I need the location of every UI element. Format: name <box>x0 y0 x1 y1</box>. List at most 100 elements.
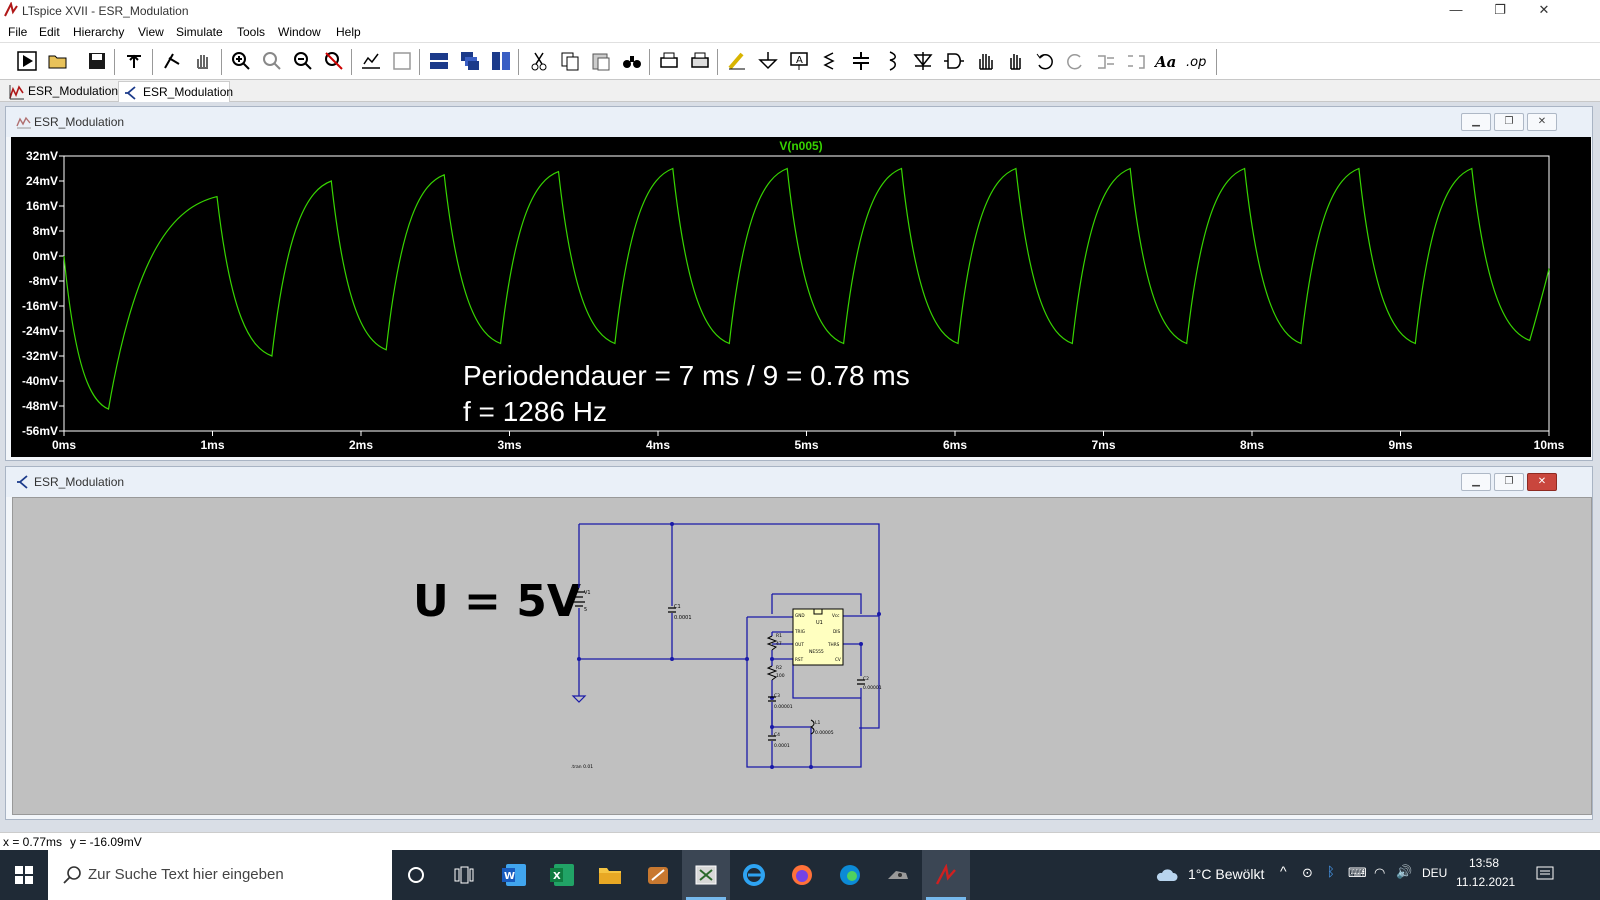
waveform-minimize-button[interactable]: ▁ <box>1461 113 1491 131</box>
keyboard-language[interactable]: DEU <box>1422 866 1447 880</box>
network-drive-icon[interactable]: ⊙ <box>1302 865 1313 881</box>
x-tick-label[interactable]: 9ms <box>1388 438 1412 452</box>
save-icon[interactable] <box>84 48 110 74</box>
x-tick-label[interactable]: 1ms <box>200 438 224 452</box>
inductor-icon[interactable] <box>879 48 905 74</box>
cascade-icon[interactable] <box>457 48 483 74</box>
ltspice-taskbar-icon[interactable] <box>922 850 970 900</box>
capacitor-icon[interactable] <box>848 48 874 74</box>
waveform-close-button[interactable]: ✕ <box>1527 113 1557 131</box>
label-icon[interactable]: A <box>786 48 812 74</box>
component-icon[interactable] <box>941 48 967 74</box>
find-icon[interactable] <box>619 48 645 74</box>
schematic-canvas[interactable]: U = 5V V1 5 C1 0.0001 U1 NE555 GND Vcc T… <box>12 497 1592 815</box>
menu-window[interactable]: Window <box>278 25 321 39</box>
x-tick-label[interactable]: 10ms <box>1534 438 1565 452</box>
tab-waveform[interactable]: ESR_Modulation <box>4 81 118 102</box>
weather-text[interactable]: 1°C Bewölkt <box>1188 866 1264 882</box>
menu-view[interactable]: View <box>138 25 164 39</box>
menu-tools[interactable]: Tools <box>237 25 265 39</box>
resistor-r2[interactable]: R2 100 <box>766 665 785 681</box>
y-tick-label[interactable]: -24mV <box>22 324 58 338</box>
halt-icon[interactable] <box>159 48 185 74</box>
excel-icon[interactable]: X <box>538 850 586 900</box>
restore-button[interactable]: ❐ <box>1478 0 1522 22</box>
menu-file[interactable]: File <box>8 25 27 39</box>
y-tick-label[interactable]: 0mV <box>33 249 58 263</box>
supply-voltage-label[interactable]: U = 5V <box>413 576 581 627</box>
ground-symbol[interactable] <box>571 695 587 703</box>
menu-help[interactable]: Help <box>336 25 361 39</box>
wire-icon[interactable] <box>724 48 750 74</box>
schematic-maximize-button[interactable]: ❐ <box>1494 473 1524 491</box>
tile-vertical-icon[interactable] <box>488 48 514 74</box>
capacitor-c4[interactable]: C4 0.0001 <box>768 732 790 749</box>
word-icon[interactable]: W <box>490 850 538 900</box>
cortana-icon[interactable] <box>392 850 440 900</box>
firefox-icon[interactable] <box>778 850 826 900</box>
menu-simulate[interactable]: Simulate <box>176 25 223 39</box>
clock-time[interactable]: 13:58 <box>1469 856 1499 870</box>
y-tick-label[interactable]: -48mV <box>22 399 58 413</box>
file-explorer-icon[interactable] <box>586 850 634 900</box>
wifi-icon[interactable]: ◠ <box>1374 865 1385 881</box>
waveform-chart[interactable]: V(n005) 32mV 24mV 16mV 8mV 0mV -8mV -16mV -24mV… <box>11 137 1591 457</box>
spice-directive-icon[interactable]: .op <box>1183 48 1209 74</box>
task-view-icon[interactable] <box>440 850 488 900</box>
text-icon[interactable]: Aa <box>1152 48 1178 74</box>
taskbar-search[interactable]: Zur Suche Text hier eingeben <box>48 850 392 900</box>
schematic-window-titlebar[interactable]: ESR_Modulation ▁ ❐ ✕ <box>6 467 1592 497</box>
y-tick-label[interactable]: 8mV <box>33 224 58 238</box>
y-tick-label[interactable]: -40mV <box>22 374 58 388</box>
waveform-plot[interactable]: V(n005) 32mV 24mV 16mV 8mV 0mV -8mV -16mV -24mV… <box>11 137 1591 457</box>
x-tick-label[interactable]: 6ms <box>943 438 967 452</box>
marker-icon[interactable] <box>389 48 415 74</box>
copy-icon[interactable] <box>557 48 583 74</box>
schematic-minimize-button[interactable]: ▁ <box>1461 473 1491 491</box>
ic-u1-ne555[interactable]: U1 NE555 GND Vcc TRIG DIS OUT THRS RST C… <box>792 608 844 666</box>
x-tick-label[interactable]: 8ms <box>1240 438 1264 452</box>
resistor-r1[interactable]: R1 47 <box>766 633 782 651</box>
open-icon[interactable] <box>45 48 71 74</box>
inductor-l1[interactable]: L1 0.00005 <box>809 719 834 736</box>
undo-icon[interactable] <box>1032 48 1058 74</box>
resistor-icon[interactable] <box>817 48 843 74</box>
snipping-tool-icon[interactable] <box>682 850 730 900</box>
x-tick-label[interactable]: 2ms <box>349 438 373 452</box>
control-panel-icon[interactable] <box>121 48 147 74</box>
redo-icon[interactable] <box>1062 48 1088 74</box>
waveform-maximize-button[interactable]: ❐ <box>1494 113 1524 131</box>
ime-icon[interactable]: ⌨ <box>1348 865 1367 881</box>
ground-icon[interactable] <box>755 48 781 74</box>
menu-edit[interactable]: Edit <box>39 25 60 39</box>
trace-label[interactable]: V(n005) <box>779 139 822 153</box>
zoom-full-icon[interactable] <box>259 48 285 74</box>
x-tick-label[interactable]: 5ms <box>794 438 818 452</box>
diode-icon[interactable] <box>910 48 936 74</box>
schematic-close-button[interactable]: ✕ <box>1527 473 1557 491</box>
run-icon[interactable] <box>14 48 40 74</box>
mirror-icon[interactable] <box>1123 48 1149 74</box>
zoom-cancel-icon[interactable] <box>321 48 347 74</box>
tab-schematic[interactable]: ESR_Modulation <box>118 81 233 102</box>
minimize-button[interactable]: — <box>1434 0 1478 22</box>
print-preview-icon[interactable] <box>656 48 682 74</box>
x-tick-label[interactable]: 4ms <box>646 438 670 452</box>
print-icon[interactable] <box>687 48 713 74</box>
bluetooth-icon[interactable]: ᛒ <box>1327 864 1335 879</box>
y-tick-label[interactable]: 16mV <box>26 199 58 213</box>
internet-explorer-icon[interactable] <box>730 850 778 900</box>
menu-hierarchy[interactable]: Hierarchy <box>73 25 124 39</box>
tool-app-icon[interactable] <box>874 850 922 900</box>
x-tick-label[interactable]: 0ms <box>52 438 76 452</box>
pan-icon[interactable] <box>190 48 216 74</box>
move-icon[interactable] <box>972 48 998 74</box>
edge-icon[interactable] <box>826 850 874 900</box>
y-tick-label[interactable]: 24mV <box>26 174 58 188</box>
tray-chevron-icon[interactable]: ^ <box>1280 863 1287 879</box>
y-tick-label[interactable]: 32mV <box>26 149 58 163</box>
volume-icon[interactable]: 🔊 <box>1396 864 1412 880</box>
y-tick-label[interactable]: -8mV <box>29 274 58 288</box>
paste-icon[interactable] <box>588 48 614 74</box>
clock-date[interactable]: 11.12.2021 <box>1456 875 1515 889</box>
